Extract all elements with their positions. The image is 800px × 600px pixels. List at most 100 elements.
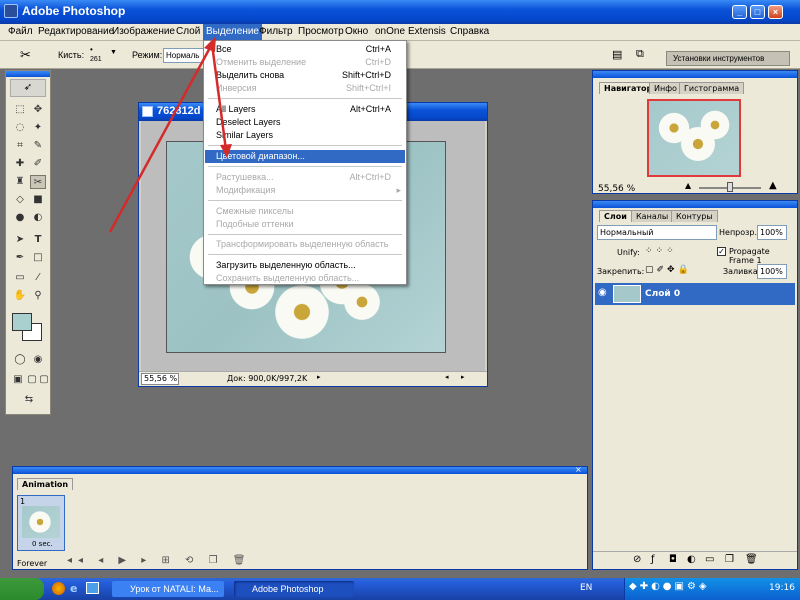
tab-channels[interactable]: Каналы: [631, 210, 674, 222]
shape-tool-icon[interactable]: □: [30, 251, 46, 265]
menu-extensis[interactable]: Extensis: [408, 26, 446, 37]
layer-style-icon[interactable]: ƒ: [651, 554, 655, 565]
lock-icons[interactable]: ▢✐✥🔒: [645, 265, 692, 275]
healing-brush-tool-icon[interactable]: ✚: [12, 157, 28, 171]
menu-item-select-all[interactable]: Все Ctrl+A: [205, 43, 405, 56]
loop-select[interactable]: Forever: [17, 559, 47, 568]
menu-item-inverse[interactable]: Инверсия Shift+Ctrl+I: [205, 82, 405, 95]
menu-help[interactable]: Справка: [450, 26, 489, 37]
brush-preview-icon[interactable]: •: [90, 45, 93, 54]
zoom-in-icon[interactable]: ▲: [769, 180, 777, 191]
zoom-tool-icon[interactable]: ⚲: [30, 289, 46, 303]
marquee-tool-icon[interactable]: ⬚: [12, 103, 28, 117]
lasso-tool-icon[interactable]: ◌: [12, 121, 28, 135]
fill-field[interactable]: 100%: [757, 264, 787, 279]
slice-tool-icon[interactable]: ✎: [30, 139, 46, 153]
menu-select[interactable]: Выделение: [203, 24, 262, 40]
scroll-right-icon[interactable]: ▸: [461, 373, 465, 381]
chevron-down-icon[interactable]: ▼: [110, 49, 117, 56]
propagate-checkbox[interactable]: ✓: [717, 247, 726, 256]
close-icon[interactable]: ×: [575, 465, 582, 474]
menu-item-save-selection[interactable]: Сохранить выделенную область...: [205, 272, 405, 285]
tool-preset-icon[interactable]: ✂: [20, 47, 31, 63]
standard-mode-icon[interactable]: ◯: [12, 353, 28, 367]
type-tool-icon[interactable]: T: [30, 233, 46, 247]
zoom-field[interactable]: 55,56 %: [141, 373, 179, 385]
blend-mode-select[interactable]: Нормальный: [597, 225, 717, 240]
tab-info[interactable]: Инфо: [649, 82, 682, 94]
menu-item-similar-layers[interactable]: Similar Layers: [205, 129, 405, 142]
menu-window[interactable]: Окно: [345, 26, 368, 37]
eye-icon[interactable]: ◉: [598, 287, 607, 298]
scroll-left-icon[interactable]: ◂: [445, 373, 449, 381]
menu-file[interactable]: Файл: [8, 26, 33, 37]
workspace-button[interactable]: Установки инструментов: [666, 51, 790, 66]
crop-tool-icon[interactable]: ⌗: [12, 139, 28, 153]
eraser-tool-icon[interactable]: ◇: [12, 193, 28, 207]
tab-paths[interactable]: Контуры: [671, 210, 718, 222]
menu-filter[interactable]: Фильтр: [259, 26, 293, 37]
move-tool-icon[interactable]: ✥: [30, 103, 46, 117]
layer-row[interactable]: ◉ Слой 0: [595, 283, 795, 305]
menu-item-all-layers[interactable]: All Layers Alt+Ctrl+A: [205, 103, 405, 116]
close-button[interactable]: ×: [768, 5, 783, 19]
quick-mask-icon[interactable]: ◉: [30, 353, 46, 367]
menu-item-deselect-layers[interactable]: Deselect Layers: [205, 116, 405, 129]
frame-delay[interactable]: 0 sec.: [32, 540, 53, 548]
menu-item-transform-selection[interactable]: Трансформировать выделенную область: [205, 238, 405, 251]
mask-icon[interactable]: ◘: [669, 554, 677, 565]
menu-item-feather[interactable]: Растушевка... Alt+Ctrl+D: [205, 171, 405, 184]
new-layer-icon[interactable]: ❐: [725, 554, 734, 565]
menu-edit[interactable]: Редактирование: [38, 26, 114, 37]
dodge-tool-icon[interactable]: ◐: [30, 211, 46, 225]
file-browser-icon[interactable]: ⧉: [636, 48, 644, 61]
maximize-button[interactable]: □: [750, 5, 765, 19]
status-menu-arrow-icon[interactable]: ▸: [317, 373, 321, 381]
unify-icons[interactable]: ⁘⁘⁘: [645, 246, 677, 256]
tray-icons[interactable]: ◆✚◐●▣⚙◈: [629, 581, 710, 592]
menu-item-similar[interactable]: Подобные оттенки: [205, 218, 405, 231]
menu-layer[interactable]: Слой: [176, 26, 200, 37]
menu-item-deselect[interactable]: Отменить выделение Ctrl+D: [205, 56, 405, 69]
jump-to-imageready-icon[interactable]: ⇆: [16, 393, 42, 407]
tab-layers[interactable]: Слои: [599, 210, 632, 222]
screen-mode-full-icon[interactable]: ▢: [36, 373, 52, 387]
trash-icon[interactable]: 🗑: [745, 554, 758, 565]
adjustment-layer-icon[interactable]: ◐: [687, 554, 696, 565]
eyedropper-tool-icon[interactable]: ⁄: [30, 271, 46, 285]
navigator-thumbnail[interactable]: [647, 99, 741, 177]
animation-frame[interactable]: 1 0 sec.: [17, 495, 65, 551]
tab-histogram[interactable]: Гистограмма: [679, 82, 745, 94]
menu-item-grow[interactable]: Смежные пикселы: [205, 205, 405, 218]
link-icon[interactable]: ⊘: [633, 554, 641, 565]
pen-tool-icon[interactable]: ✒: [12, 251, 28, 265]
language-indicator[interactable]: EN: [580, 583, 592, 593]
gradient-tool-icon[interactable]: ■: [30, 193, 46, 207]
blur-tool-icon[interactable]: ●: [12, 211, 28, 225]
playback-controls[interactable]: ◂◂ ◂ ▶ ▸ ⊞ ⟲ ❐ 🗑: [67, 555, 251, 566]
menu-item-reselect[interactable]: Выделить снова Shift+Ctrl+D: [205, 69, 405, 82]
new-group-icon[interactable]: ▭: [705, 554, 714, 565]
firefox-quicklaunch-icon[interactable]: [52, 582, 65, 595]
taskbar-item-photoshop[interactable]: Adobe Photoshop: [234, 581, 354, 597]
ie-quicklaunch-icon[interactable]: e: [70, 582, 77, 595]
desktop-quicklaunch-icon[interactable]: [86, 582, 99, 594]
mode-select[interactable]: Нормаль: [163, 48, 205, 63]
zoom-slider-handle[interactable]: [727, 182, 733, 192]
tab-animation[interactable]: Animation: [17, 478, 74, 490]
notes-tool-icon[interactable]: ▭: [12, 271, 28, 285]
palette-well-icon[interactable]: ▤: [612, 48, 622, 61]
minimize-button[interactable]: _: [732, 5, 747, 19]
hand-tool-icon[interactable]: ✋: [12, 289, 28, 303]
menu-view[interactable]: Просмотр: [298, 26, 344, 37]
menu-item-modify[interactable]: Модификация ▸: [205, 184, 405, 197]
menu-item-load-selection[interactable]: Загрузить выделенную область...: [205, 259, 405, 272]
menu-image[interactable]: Изображение: [112, 26, 175, 37]
brush-tool-icon[interactable]: ✐: [30, 157, 46, 171]
magic-wand-tool-icon[interactable]: ✦: [30, 121, 46, 135]
stamp-tool-icon[interactable]: ♜: [12, 175, 28, 189]
opacity-field[interactable]: 100%: [757, 225, 787, 240]
menu-item-color-range[interactable]: Цветовой диапазон...: [205, 150, 405, 163]
menu-onone[interactable]: onOne: [375, 26, 405, 37]
start-button[interactable]: [0, 578, 44, 600]
